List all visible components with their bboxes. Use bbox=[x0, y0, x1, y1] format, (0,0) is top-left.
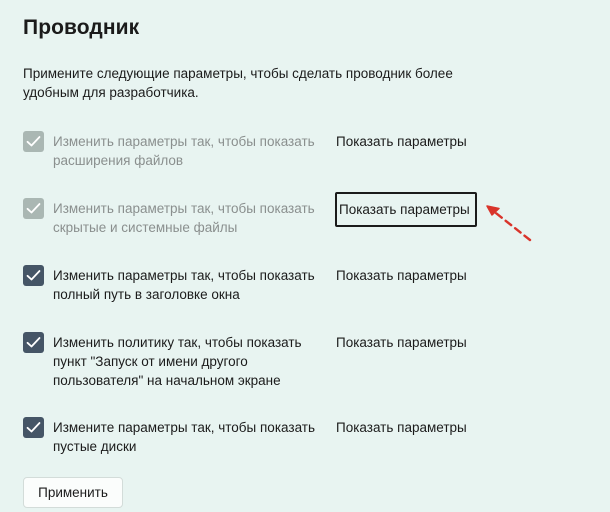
checkmark-icon bbox=[26, 136, 41, 147]
page-title: Проводник bbox=[23, 16, 140, 39]
show-settings-link-file-extensions[interactable]: Показать параметры bbox=[336, 132, 467, 151]
hidden-files-checkbox[interactable] bbox=[23, 198, 44, 219]
dashed-arrow-icon bbox=[486, 205, 532, 242]
run-as-user-label: Изменить политику так, чтобы показать пу… bbox=[53, 335, 302, 388]
hidden-files-label: Изменить параметры так, чтобы показать с… bbox=[53, 201, 315, 235]
empty-drives-label: Измените параметры так, чтобы показать п… bbox=[53, 420, 315, 454]
file-extensions-checkbox[interactable] bbox=[23, 131, 44, 152]
full-path-checkbox[interactable] bbox=[23, 265, 44, 286]
checkmark-icon bbox=[26, 337, 41, 348]
apply-button[interactable]: Применить bbox=[23, 477, 123, 508]
full-path-label: Изменить параметры так, чтобы показать п… bbox=[53, 268, 315, 302]
show-settings-link-run-as-user[interactable]: Показать параметры bbox=[336, 333, 467, 352]
show-settings-link-hidden-files[interactable]: Показать параметры bbox=[335, 192, 477, 227]
empty-drives-checkbox[interactable] bbox=[23, 417, 44, 438]
file-extensions-label: Изменить параметры так, чтобы показать р… bbox=[53, 134, 315, 168]
show-settings-link-empty-drives[interactable]: Показать параметры bbox=[336, 418, 467, 437]
checkmark-icon bbox=[26, 422, 41, 433]
run-as-user-checkbox[interactable] bbox=[23, 332, 44, 353]
page-description: Примените следующие параметры, чтобы сде… bbox=[23, 66, 453, 100]
checkmark-icon bbox=[26, 203, 41, 214]
checkmark-icon bbox=[26, 270, 41, 281]
show-settings-link-full-path[interactable]: Показать параметры bbox=[336, 266, 467, 285]
